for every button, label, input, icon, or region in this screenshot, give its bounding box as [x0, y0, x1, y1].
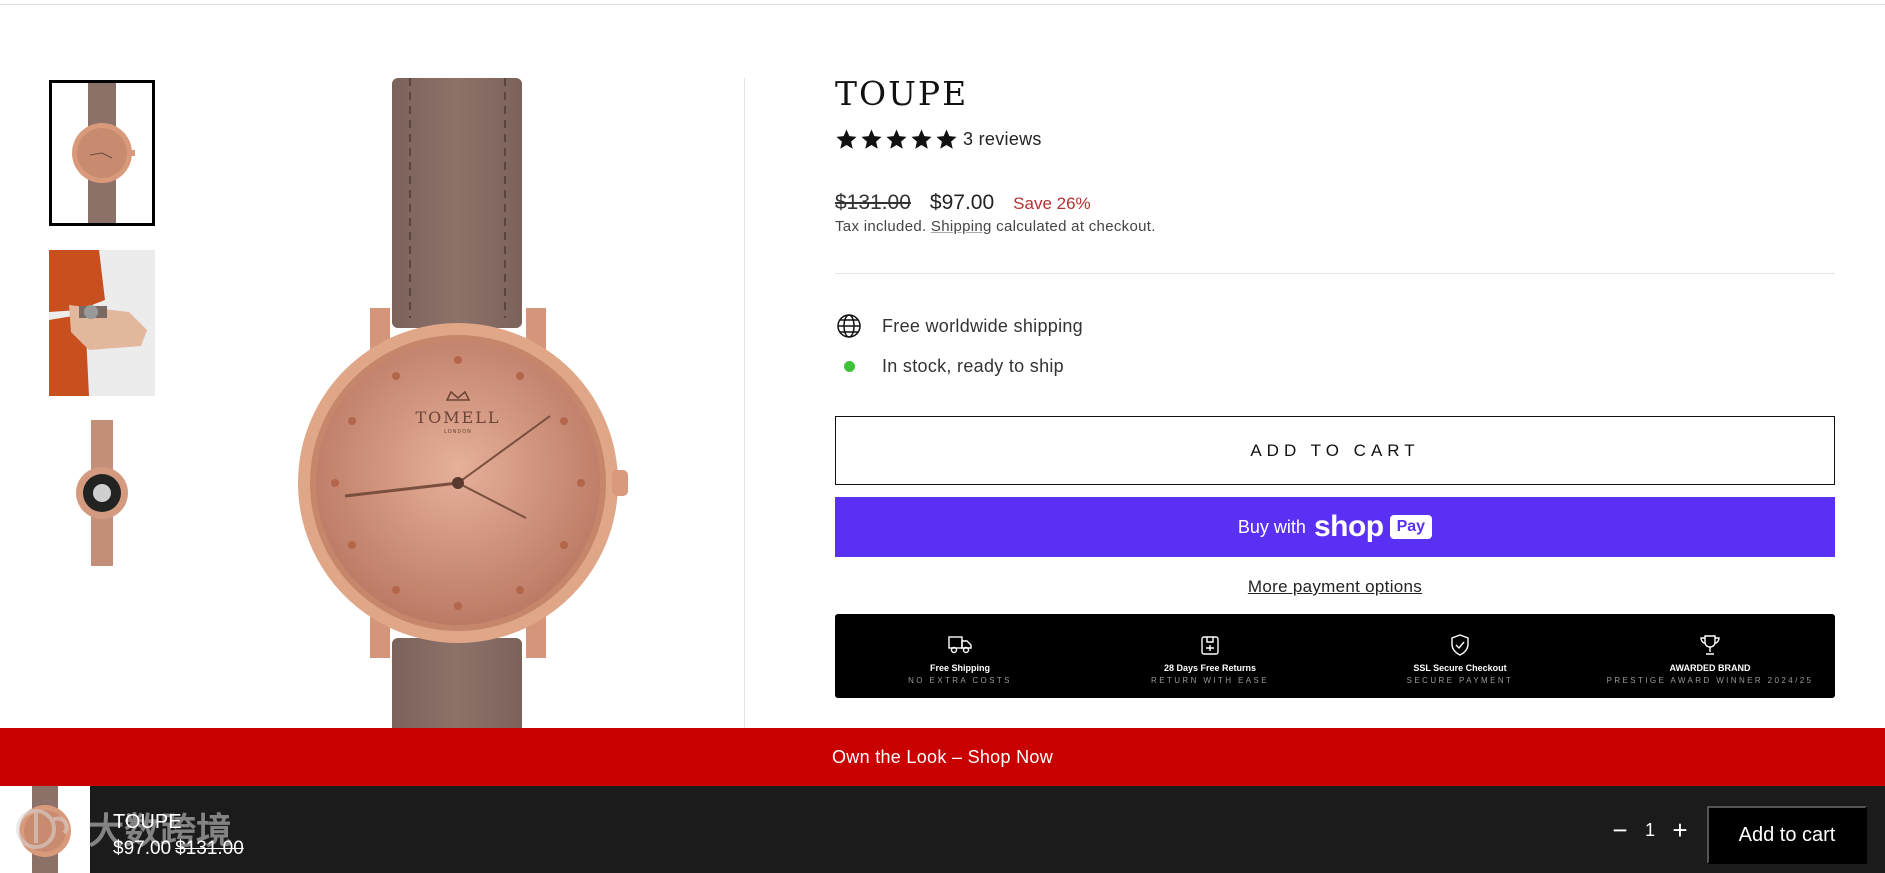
watch-sub-text: LONDON	[444, 429, 472, 435]
trust-item-ssl: SSL Secure Checkout SECURE PAYMENT	[1335, 614, 1585, 698]
watch-brand-text: TOMELL	[415, 408, 500, 427]
shipping-link[interactable]: Shipping	[931, 218, 992, 235]
trust-title: AWARDED BRAND	[1669, 662, 1751, 673]
star-icon	[886, 129, 907, 149]
buy-with-label: Buy with	[1237, 516, 1306, 537]
star-icon	[936, 129, 957, 149]
shield-check-icon	[1449, 632, 1471, 658]
feature-shipping: Free worldwide shipping	[835, 312, 1083, 340]
sticky-prices: $97.00 $131.00	[113, 838, 244, 860]
reviews-count[interactable]: 3 reviews	[963, 129, 1042, 150]
trust-title: SSL Secure Checkout	[1413, 662, 1507, 673]
trust-item-returns: 28 Days Free Returns RETURN WITH EASE	[1085, 614, 1335, 698]
feature-stock-text: In stock, ready to ship	[882, 355, 1064, 376]
star-rating	[835, 128, 958, 151]
quantity-stepper: − 1 +	[1605, 808, 1695, 852]
trust-title: 28 Days Free Returns	[1163, 662, 1257, 673]
trust-sub: PRESTIGE AWARD WINNER 2024/25	[1606, 675, 1814, 685]
sale-price: $97.00	[929, 191, 995, 214]
star-icon	[861, 129, 882, 149]
sticky-title: TOUPE	[113, 811, 182, 833]
thumbnail-2[interactable]	[49, 250, 155, 396]
trust-title: Free Shipping	[929, 662, 990, 673]
shop-pay-button[interactable]: Buy with shop Pay	[835, 497, 1835, 557]
truck-icon	[947, 632, 973, 658]
sticky-cart-bar: 大数跨境 TOUPE $97.00 $131.00 − 1 + Add to ca…	[0, 786, 1885, 873]
return-box-icon	[1198, 632, 1222, 658]
trust-sub: NO EXTRA COSTS	[908, 675, 1012, 685]
thumbnail-3[interactable]	[49, 420, 155, 566]
save-badge: Save 26%	[1013, 194, 1091, 213]
tax-prefix: Tax included.	[835, 218, 931, 235]
sticky-compare-price: $131.00	[175, 838, 244, 859]
promo-banner[interactable]: Own the Look – Shop Now	[0, 728, 1885, 786]
star-icon	[911, 129, 932, 149]
thumbnail-1[interactable]	[49, 80, 155, 226]
quantity-plus-button[interactable]: +	[1665, 808, 1695, 852]
pay-logo: Pay	[1389, 515, 1433, 539]
sticky-add-to-cart-button[interactable]: Add to cart	[1707, 806, 1867, 864]
gallery-divider	[744, 78, 745, 728]
globe-icon	[835, 312, 863, 340]
info-divider	[835, 273, 1835, 274]
rating[interactable]: 3 reviews	[835, 128, 1042, 151]
compare-at-price: $131.00	[835, 191, 911, 214]
more-payment-options-link[interactable]: More payment options	[835, 577, 1835, 597]
product-title: TOUPE	[835, 74, 969, 113]
trust-bar: Free Shipping NO EXTRA COSTS 28 Days Fre…	[835, 614, 1835, 698]
trust-item-shipping: Free Shipping NO EXTRA COSTS	[835, 614, 1085, 698]
tax-note: Tax included. Shipping calculated at che…	[835, 218, 1156, 235]
star-icon	[836, 129, 857, 149]
price-block: $131.00 $97.00 Save 26%	[835, 191, 1091, 215]
sticky-product-thumbnail	[0, 786, 90, 873]
add-to-cart-button[interactable]: ADD TO CART	[835, 416, 1835, 485]
trophy-icon	[1698, 632, 1722, 658]
trust-item-award: AWARDED BRAND PRESTIGE AWARD WINNER 2024…	[1585, 614, 1835, 698]
in-stock-dot-icon	[835, 352, 863, 380]
tax-suffix: calculated at checkout.	[991, 218, 1156, 235]
quantity-value[interactable]: 1	[1635, 820, 1665, 841]
feature-stock: In stock, ready to ship	[835, 352, 1064, 380]
sticky-sale-price: $97.00	[113, 838, 172, 859]
trust-sub: RETURN WITH EASE	[1151, 675, 1269, 685]
shop-logo: shop	[1313, 510, 1384, 543]
quantity-minus-button[interactable]: −	[1605, 808, 1635, 852]
trust-sub: SECURE PAYMENT	[1406, 675, 1514, 685]
main-product-image[interactable]: TOMELL LONDON	[250, 78, 690, 728]
feature-shipping-text: Free worldwide shipping	[882, 315, 1083, 336]
top-divider	[0, 4, 1885, 5]
